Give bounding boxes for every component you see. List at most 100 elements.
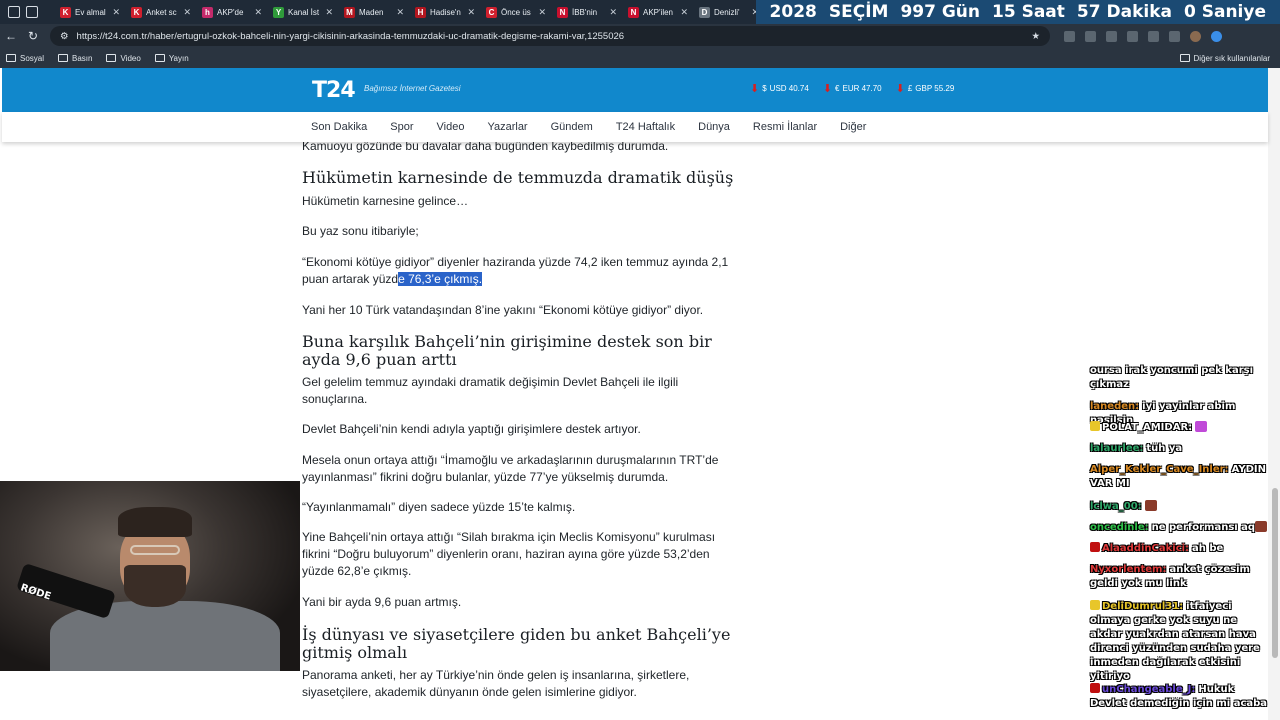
site-header: T24 Bağımsız İnternet Gazetesi ⬇ $ USD 40.… bbox=[2, 68, 1268, 112]
article-subheading: Hükümetin karnesinde de temmuzda dramati… bbox=[302, 168, 734, 187]
nav-t24-haftalik[interactable]: T24 Haftalık bbox=[616, 121, 675, 133]
browser-tab[interactable]: K Anket sc ✕ bbox=[127, 2, 195, 22]
bookmark-folder-basin[interactable]: Basın bbox=[58, 54, 92, 63]
bookmark-folder-yayin[interactable]: Yayın bbox=[154, 54, 189, 63]
nav-video[interactable]: Video bbox=[437, 121, 465, 133]
down-arrow-icon: ⬇ bbox=[750, 83, 760, 95]
article-subheading: İş dünyası ve siyasetçilere giden bu ank… bbox=[302, 625, 731, 662]
profile-avatar[interactable] bbox=[1190, 30, 1201, 42]
nav-spor[interactable]: Spor bbox=[390, 121, 413, 133]
tab-favicon: D bbox=[699, 6, 710, 18]
bookmark-label: Basın bbox=[72, 53, 93, 63]
reload-icon[interactable]: ↻ bbox=[22, 29, 44, 43]
tab-label: İBB'nin bbox=[572, 7, 598, 17]
rate-usd: ⬇ $ USD 40.74 bbox=[750, 82, 809, 95]
site-info-icon[interactable]: ⚙ bbox=[60, 31, 69, 42]
article-paragraph: Yine Bahçeli’nin ortaya attığı “Silah bı… bbox=[302, 530, 716, 578]
chat-username[interactable]: POLAT_AMIDAR: bbox=[1102, 422, 1192, 433]
rate-symbol: $ bbox=[762, 84, 767, 93]
copilot-icon[interactable] bbox=[1211, 30, 1222, 42]
nav-yazarlar[interactable]: Yazarlar bbox=[487, 121, 527, 133]
browser-tab[interactable]: C Önce üs ✕ bbox=[482, 2, 550, 22]
bookmark-folder-video[interactable]: Video bbox=[106, 53, 141, 63]
close-tab-icon[interactable]: ✕ bbox=[112, 7, 120, 18]
favorite-star-icon[interactable]: ★ bbox=[1031, 31, 1040, 42]
chat-badge-icon bbox=[1090, 683, 1100, 693]
browser-tab[interactable]: N İBB'nin ✕ bbox=[553, 2, 621, 22]
browser-tab[interactable]: K Ev almal ✕ bbox=[56, 2, 124, 22]
close-tab-icon[interactable]: ✕ bbox=[396, 7, 404, 18]
close-tab-icon[interactable]: ✕ bbox=[254, 7, 262, 18]
tab-label: Anket sc bbox=[146, 7, 177, 17]
browser-tab[interactable]: N AKP'ilen ✕ bbox=[624, 2, 692, 22]
chat-username[interactable]: laneden: bbox=[1090, 401, 1139, 412]
extension-icon[interactable] bbox=[1127, 30, 1138, 42]
nav-gundem[interactable]: Gündem bbox=[551, 121, 593, 133]
close-tab-icon[interactable]: ✕ bbox=[467, 7, 475, 18]
selected-text: e 76,3’e çıkmış. bbox=[398, 272, 483, 286]
chat-badge-icon bbox=[1090, 600, 1100, 610]
chat-badge-icon bbox=[1090, 421, 1100, 431]
live-chat-overlay: oursa irak yoncumi pek karşı çıkmaz laned… bbox=[1090, 364, 1270, 720]
chat-message: lalaurlee: tüh ya bbox=[1090, 442, 1270, 456]
extension-icon[interactable] bbox=[1064, 30, 1075, 42]
browser-tab[interactable]: M Maden ✕ bbox=[340, 2, 408, 22]
chat-text: ah be bbox=[1192, 543, 1224, 554]
close-tab-icon[interactable]: ✕ bbox=[325, 7, 333, 18]
folder-icon bbox=[154, 54, 165, 62]
site-logo[interactable]: T24 bbox=[312, 78, 356, 103]
chat-username[interactable]: Alper_Kekler_Cave_Inler: bbox=[1090, 464, 1229, 475]
folder-icon bbox=[58, 54, 69, 62]
article-paragraph: “Yayınlanmamalı” diyen sadece yüzde 15’t… bbox=[302, 500, 576, 514]
chat-text: ne performansı aq bbox=[1151, 522, 1256, 533]
site-navigation: Son Dakika Spor Video Yazarlar Gündem T2… bbox=[2, 112, 1268, 142]
chat-username[interactable]: lalaurlee: bbox=[1090, 443, 1143, 454]
tab-favicon: M bbox=[344, 6, 355, 18]
rate-value: GBP 55.29 bbox=[915, 84, 955, 93]
chat-username[interactable]: lclwa_00: bbox=[1090, 501, 1142, 512]
browser-tab[interactable]: h AKP'de ✕ bbox=[198, 2, 266, 22]
tab-favicon: K bbox=[60, 6, 71, 18]
extension-icon[interactable] bbox=[1148, 30, 1159, 42]
nav-dunya[interactable]: Dünya bbox=[698, 121, 730, 133]
tab-actions-icon[interactable] bbox=[26, 6, 38, 18]
article-paragraph: Devlet Bahçeli’nin kendi adıyla yaptığı … bbox=[302, 422, 641, 436]
close-tab-icon[interactable]: ✕ bbox=[183, 7, 191, 18]
chat-username[interactable]: oncedinle: bbox=[1090, 522, 1149, 533]
back-arrow-icon[interactable]: ← bbox=[0, 29, 22, 43]
workspaces-icon[interactable] bbox=[8, 6, 20, 18]
browser-tab[interactable]: DDenizli'✕ bbox=[695, 2, 763, 22]
chat-username[interactable]: AlaaddinCakici: bbox=[1102, 543, 1189, 554]
address-bar-row: ← ↻ ⚙ https://t24.com.tr/haber/ertugrul-… bbox=[0, 24, 1280, 48]
chat-username[interactable]: unChangeable_J: bbox=[1102, 684, 1195, 695]
url-field[interactable]: ⚙ https://t24.com.tr/haber/ertugrul-ozko… bbox=[50, 26, 1050, 46]
down-arrow-icon: ⬇ bbox=[822, 83, 833, 95]
close-tab-icon[interactable]: ✕ bbox=[609, 7, 617, 18]
chat-username[interactable]: DeliDumrul31: bbox=[1102, 601, 1183, 612]
nav-diger[interactable]: Diğer bbox=[840, 121, 866, 133]
chat-username[interactable]: Nyxorlentem: bbox=[1090, 564, 1166, 575]
countdown-seconds: 0 Saniye bbox=[1183, 2, 1266, 22]
extensions-bar bbox=[1064, 30, 1222, 42]
bookmarks-bar: Sosyal Basın Video Yayın Diğer sık kulla… bbox=[0, 48, 1280, 68]
bookmark-folder-sosyal[interactable]: Sosyal bbox=[6, 54, 44, 63]
close-tab-icon[interactable]: ✕ bbox=[538, 7, 546, 18]
browser-tab[interactable]: Y Kanal İst ✕ bbox=[269, 2, 337, 22]
bookmark-folder-other[interactable]: Diğer sık kullanılanlar bbox=[1179, 54, 1270, 63]
chat-text: itfaiyeci olmaya gerke yok suyu ne akdar… bbox=[1090, 601, 1260, 682]
extension-icon[interactable] bbox=[1169, 30, 1180, 42]
rate-symbol: £ bbox=[907, 84, 913, 93]
nav-resmi-ilanlar[interactable]: Resmi İlanlar bbox=[753, 121, 817, 133]
article-paragraph: Panorama anketi, her ay Türkiye’nin önde… bbox=[302, 668, 690, 699]
extension-icon[interactable] bbox=[1085, 30, 1096, 42]
scrollbar-thumb[interactable] bbox=[1272, 488, 1278, 658]
extension-icon[interactable] bbox=[1106, 30, 1117, 42]
article-subheading: Buna karşılık Bahçeli’nin girişimine des… bbox=[302, 332, 712, 369]
bookmark-label: Video bbox=[120, 53, 141, 63]
close-tab-icon[interactable]: ✕ bbox=[680, 7, 688, 18]
window-controls bbox=[0, 6, 56, 18]
browser-tab[interactable]: H Hadise'n ✕ bbox=[411, 2, 479, 22]
nav-son-dakika[interactable]: Son Dakika bbox=[311, 121, 367, 133]
chat-message: Alper_Kekler_Cave_Inler: AYDIN VAR MI bbox=[1090, 463, 1270, 491]
rate-gbp: ⬇ £ GBP 55.29 bbox=[896, 82, 955, 95]
